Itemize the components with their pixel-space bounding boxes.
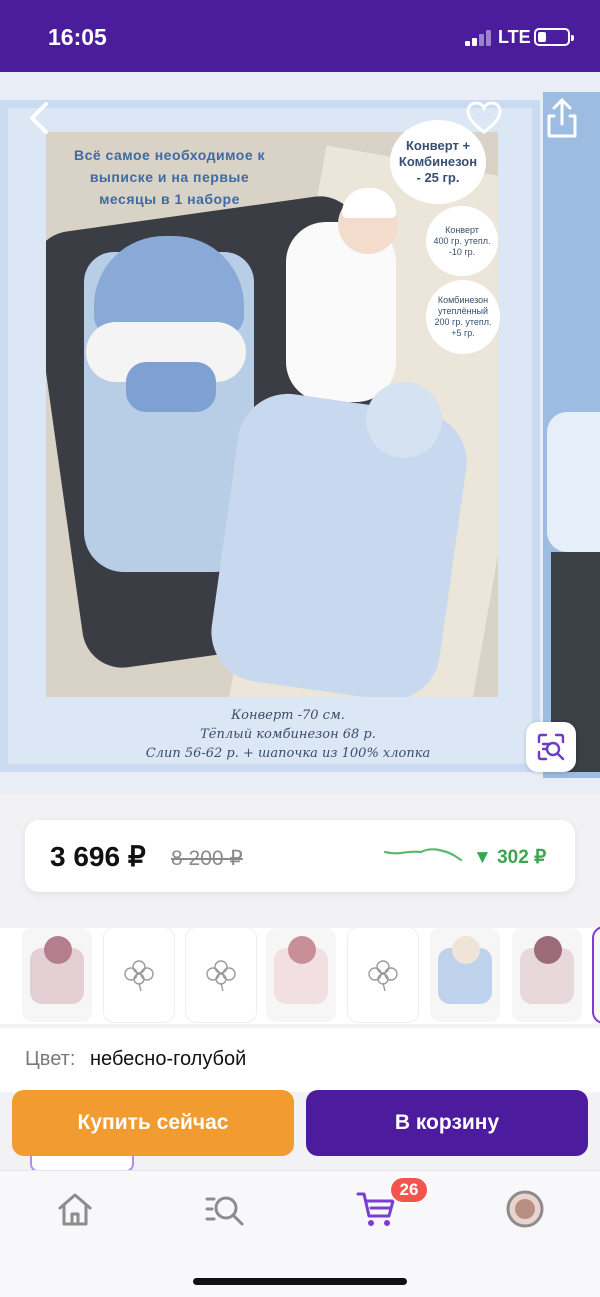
thumbnail[interactable] (104, 928, 174, 1022)
image-search-button[interactable] (526, 722, 576, 772)
color-option: Цвет: небесно-голубой (0, 1028, 600, 1092)
product-gallery[interactable]: Всё самое необходимое к выписке и на пер… (0, 72, 600, 794)
thumbnail[interactable] (266, 928, 336, 1022)
profile-avatar (506, 1190, 544, 1228)
price-history-sparkline (383, 848, 463, 862)
buy-now-button[interactable]: Купить сейчас (12, 1090, 294, 1156)
thumbnail[interactable] (430, 928, 500, 1022)
tab-home[interactable] (55, 1189, 95, 1229)
share-button[interactable] (542, 96, 582, 140)
price-card[interactable]: 3 696 ₽ 8 200 ₽ ▼ 302 ₽ (25, 820, 575, 892)
thumbnail[interactable] (512, 928, 582, 1022)
next-photo-peek[interactable] (543, 92, 600, 778)
back-button[interactable] (22, 98, 56, 138)
heart-icon (466, 101, 502, 134)
photo-bubble-overall: Комбинезон утеплённый 200 гр. утепл. +5 гр. (426, 280, 500, 354)
current-price: 3 696 ₽ (50, 841, 146, 872)
product-photo[interactable]: Всё самое необходимое к выписке и на пер… (0, 100, 540, 772)
favorite-button[interactable] (464, 98, 504, 138)
status-time: 16:05 (48, 24, 107, 50)
chevron-left-icon (30, 102, 48, 134)
thumbnail-selected[interactable] (594, 928, 600, 1022)
home-indicator (193, 1278, 407, 1285)
thumbnail-strip[interactable] (0, 928, 600, 1024)
product-photo-image (46, 132, 498, 697)
color-value: небесно-голубой (90, 1048, 247, 1070)
thumbnail[interactable] (22, 928, 92, 1022)
battery-icon (534, 28, 574, 46)
tab-profile[interactable] (505, 1189, 545, 1229)
share-icon (547, 98, 577, 138)
thumbnail[interactable] (186, 928, 256, 1022)
tab-catalog[interactable] (204, 1189, 244, 1229)
home-icon (58, 1193, 92, 1226)
old-price: 8 200 ₽ (171, 847, 243, 870)
product-screen: 16:05 LTE Всё самое необходимое к выписк… (0, 0, 600, 1297)
cart-badge: 26 (389, 1176, 429, 1204)
add-to-cart-button[interactable]: В корзину (306, 1090, 588, 1156)
status-bar: 16:05 LTE (0, 0, 600, 72)
price-drop: ▼ 302 ₽ (473, 847, 547, 868)
image-search-icon (537, 733, 565, 761)
color-label: Цвет: (25, 1048, 76, 1070)
photo-caption: Конверт -70 см. Тёплый комбинезон 68 р. … (145, 708, 431, 761)
signal-icon (465, 30, 493, 46)
photo-headline: Всё самое необходимое к выписке и на пер… (73, 147, 265, 207)
photo-bubble-envelope: Конверт 400 гр. утепл. -10 гр. (426, 206, 498, 276)
thumbnail[interactable] (348, 928, 418, 1022)
network-type: LTE (498, 27, 531, 47)
flower-icon (206, 960, 236, 992)
flower-icon (368, 960, 398, 992)
flower-icon (124, 960, 154, 992)
catalog-search-icon (205, 1196, 244, 1226)
